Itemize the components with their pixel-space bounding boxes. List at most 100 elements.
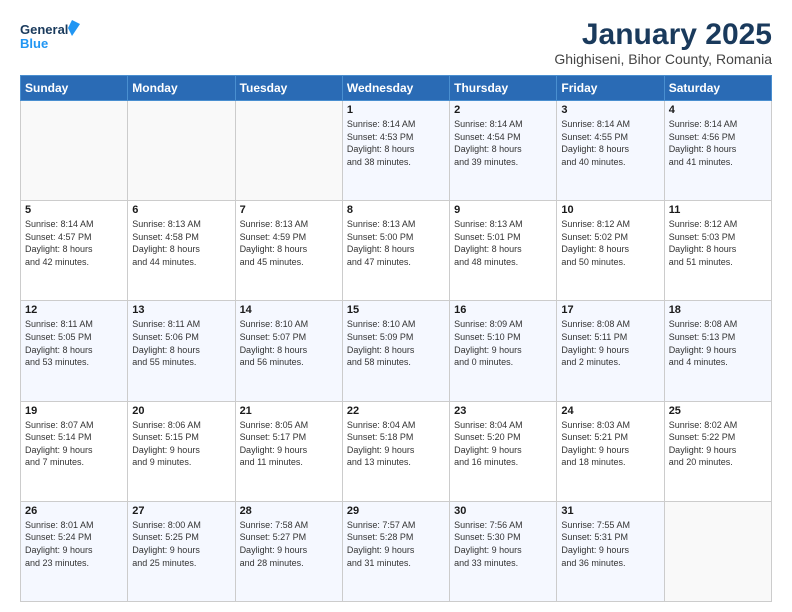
week-row-3: 12 Sunrise: 8:11 AM Sunset: 5:05 PM Dayli… <box>21 301 772 401</box>
header-day-saturday: Saturday <box>664 76 771 101</box>
cell-text: Sunrise: 8:09 AM Sunset: 5:10 PM Dayligh… <box>454 318 552 368</box>
cell-text: Sunrise: 8:11 AM Sunset: 5:05 PM Dayligh… <box>25 318 123 368</box>
cell-text: Sunrise: 8:12 AM Sunset: 5:02 PM Dayligh… <box>561 218 659 268</box>
cell-text: Sunrise: 8:14 AM Sunset: 4:53 PM Dayligh… <box>347 118 445 168</box>
header-day-monday: Monday <box>128 76 235 101</box>
cell-text: Sunrise: 8:05 AM Sunset: 5:17 PM Dayligh… <box>240 419 338 469</box>
cell-text: Sunrise: 7:55 AM Sunset: 5:31 PM Dayligh… <box>561 519 659 569</box>
day-cell: 15Sunrise: 8:10 AM Sunset: 5:09 PM Dayli… <box>342 301 449 401</box>
day-number: 2 <box>454 104 552 116</box>
cell-text: Sunrise: 8:14 AM Sunset: 4:57 PM Dayligh… <box>25 218 123 268</box>
day-cell: 1 Sunrise: 8:14 AM Sunset: 4:53 PM Daylig… <box>342 101 449 201</box>
day-cell: 31 Sunrise: 7:55 AM Sunset: 5:31 PM Dayli… <box>557 501 664 601</box>
day-cell: 25 Sunrise: 8:02 AM Sunset: 5:22 PM Dayli… <box>664 401 771 501</box>
day-cell <box>21 101 128 201</box>
cell-text: Sunrise: 8:10 AM Sunset: 5:07 PM Dayligh… <box>240 318 338 368</box>
day-cell: 10 Sunrise: 8:12 AM Sunset: 5:02 PM Dayli… <box>557 201 664 301</box>
cell-text: Sunrise: 8:13 AM Sunset: 5:01 PM Dayligh… <box>454 218 552 268</box>
day-cell: 28 Sunrise: 7:58 AM Sunset: 5:27 PM Dayli… <box>235 501 342 601</box>
day-cell: 16 Sunrise: 8:09 AM Sunset: 5:10 PM Dayli… <box>450 301 557 401</box>
cell-text: Sunrise: 8:04 AM Sunset: 5:20 PM Dayligh… <box>454 419 552 469</box>
day-cell: 4Sunrise: 8:14 AM Sunset: 4:56 PM Daylig… <box>664 101 771 201</box>
day-number: 18 <box>669 304 767 316</box>
day-cell <box>235 101 342 201</box>
cell-text: Sunrise: 8:08 AM Sunset: 5:11 PM Dayligh… <box>561 318 659 368</box>
day-cell: 27Sunrise: 8:00 AM Sunset: 5:25 PM Dayli… <box>128 501 235 601</box>
day-number: 4 <box>669 104 767 116</box>
day-cell: 26 Sunrise: 8:01 AM Sunset: 5:24 PM Dayli… <box>21 501 128 601</box>
day-cell: 12 Sunrise: 8:11 AM Sunset: 5:05 PM Dayli… <box>21 301 128 401</box>
main-title: January 2025 <box>554 18 772 51</box>
day-number: 29 <box>347 505 445 517</box>
day-cell: 7Sunrise: 8:13 AM Sunset: 4:59 PM Daylig… <box>235 201 342 301</box>
day-number: 28 <box>240 505 338 517</box>
header-day-wednesday: Wednesday <box>342 76 449 101</box>
calendar-table: SundayMondayTuesdayWednesdayThursdayFrid… <box>20 75 772 602</box>
header: General Blue January 2025 Ghighiseni, Bi… <box>20 18 772 67</box>
cell-text: Sunrise: 8:03 AM Sunset: 5:21 PM Dayligh… <box>561 419 659 469</box>
subtitle: Ghighiseni, Bihor County, Romania <box>554 51 772 67</box>
day-cell: 2 Sunrise: 8:14 AM Sunset: 4:54 PM Daylig… <box>450 101 557 201</box>
day-cell: 21 Sunrise: 8:05 AM Sunset: 5:17 PM Dayli… <box>235 401 342 501</box>
day-cell: 6 Sunrise: 8:13 AM Sunset: 4:58 PM Daylig… <box>128 201 235 301</box>
day-number: 9 <box>454 204 552 216</box>
page: General Blue January 2025 Ghighiseni, Bi… <box>0 0 792 612</box>
day-number: 8 <box>347 204 445 216</box>
cell-text: Sunrise: 7:58 AM Sunset: 5:27 PM Dayligh… <box>240 519 338 569</box>
day-cell: 23 Sunrise: 8:04 AM Sunset: 5:20 PM Dayli… <box>450 401 557 501</box>
day-cell: 24 Sunrise: 8:03 AM Sunset: 5:21 PM Dayli… <box>557 401 664 501</box>
cell-text: Sunrise: 8:13 AM Sunset: 4:59 PM Dayligh… <box>240 218 338 268</box>
cell-text: Sunrise: 8:11 AM Sunset: 5:06 PM Dayligh… <box>132 318 230 368</box>
day-number: 27 <box>132 505 230 517</box>
day-number: 3 <box>561 104 659 116</box>
day-number: 12 <box>25 304 123 316</box>
cell-text: Sunrise: 8:07 AM Sunset: 5:14 PM Dayligh… <box>25 419 123 469</box>
cell-text: Sunrise: 8:13 AM Sunset: 5:00 PM Dayligh… <box>347 218 445 268</box>
day-number: 5 <box>25 204 123 216</box>
title-block: January 2025 Ghighiseni, Bihor County, R… <box>554 18 772 67</box>
cell-text: Sunrise: 8:02 AM Sunset: 5:22 PM Dayligh… <box>669 419 767 469</box>
header-day-thursday: Thursday <box>450 76 557 101</box>
day-number: 20 <box>132 405 230 417</box>
day-number: 6 <box>132 204 230 216</box>
week-row-2: 5 Sunrise: 8:14 AM Sunset: 4:57 PM Daylig… <box>21 201 772 301</box>
day-number: 19 <box>25 405 123 417</box>
day-number: 10 <box>561 204 659 216</box>
cell-text: Sunrise: 8:08 AM Sunset: 5:13 PM Dayligh… <box>669 318 767 368</box>
day-number: 30 <box>454 505 552 517</box>
day-number: 22 <box>347 405 445 417</box>
day-cell: 3 Sunrise: 8:14 AM Sunset: 4:55 PM Daylig… <box>557 101 664 201</box>
cell-text: Sunrise: 8:14 AM Sunset: 4:55 PM Dayligh… <box>561 118 659 168</box>
week-row-4: 19 Sunrise: 8:07 AM Sunset: 5:14 PM Dayli… <box>21 401 772 501</box>
day-cell: 18 Sunrise: 8:08 AM Sunset: 5:13 PM Dayli… <box>664 301 771 401</box>
day-number: 21 <box>240 405 338 417</box>
day-cell: 11Sunrise: 8:12 AM Sunset: 5:03 PM Dayli… <box>664 201 771 301</box>
week-row-5: 26 Sunrise: 8:01 AM Sunset: 5:24 PM Dayli… <box>21 501 772 601</box>
day-cell: 30 Sunrise: 7:56 AM Sunset: 5:30 PM Dayli… <box>450 501 557 601</box>
day-number: 14 <box>240 304 338 316</box>
day-number: 31 <box>561 505 659 517</box>
day-number: 26 <box>25 505 123 517</box>
svg-text:General: General <box>20 22 68 37</box>
week-row-1: 1 Sunrise: 8:14 AM Sunset: 4:53 PM Daylig… <box>21 101 772 201</box>
cell-text: Sunrise: 7:56 AM Sunset: 5:30 PM Dayligh… <box>454 519 552 569</box>
day-number: 17 <box>561 304 659 316</box>
cell-text: Sunrise: 7:57 AM Sunset: 5:28 PM Dayligh… <box>347 519 445 569</box>
cell-text: Sunrise: 8:14 AM Sunset: 4:54 PM Dayligh… <box>454 118 552 168</box>
day-number: 24 <box>561 405 659 417</box>
day-cell <box>664 501 771 601</box>
cell-text: Sunrise: 8:13 AM Sunset: 4:58 PM Dayligh… <box>132 218 230 268</box>
svg-text:Blue: Blue <box>20 36 48 51</box>
day-number: 23 <box>454 405 552 417</box>
day-number: 13 <box>132 304 230 316</box>
day-number: 25 <box>669 405 767 417</box>
cell-text: Sunrise: 8:04 AM Sunset: 5:18 PM Dayligh… <box>347 419 445 469</box>
logo: General Blue <box>20 18 80 56</box>
cell-text: Sunrise: 8:12 AM Sunset: 5:03 PM Dayligh… <box>669 218 767 268</box>
header-day-sunday: Sunday <box>21 76 128 101</box>
header-day-tuesday: Tuesday <box>235 76 342 101</box>
cell-text: Sunrise: 8:01 AM Sunset: 5:24 PM Dayligh… <box>25 519 123 569</box>
day-number: 1 <box>347 104 445 116</box>
day-number: 16 <box>454 304 552 316</box>
day-cell: 5 Sunrise: 8:14 AM Sunset: 4:57 PM Daylig… <box>21 201 128 301</box>
